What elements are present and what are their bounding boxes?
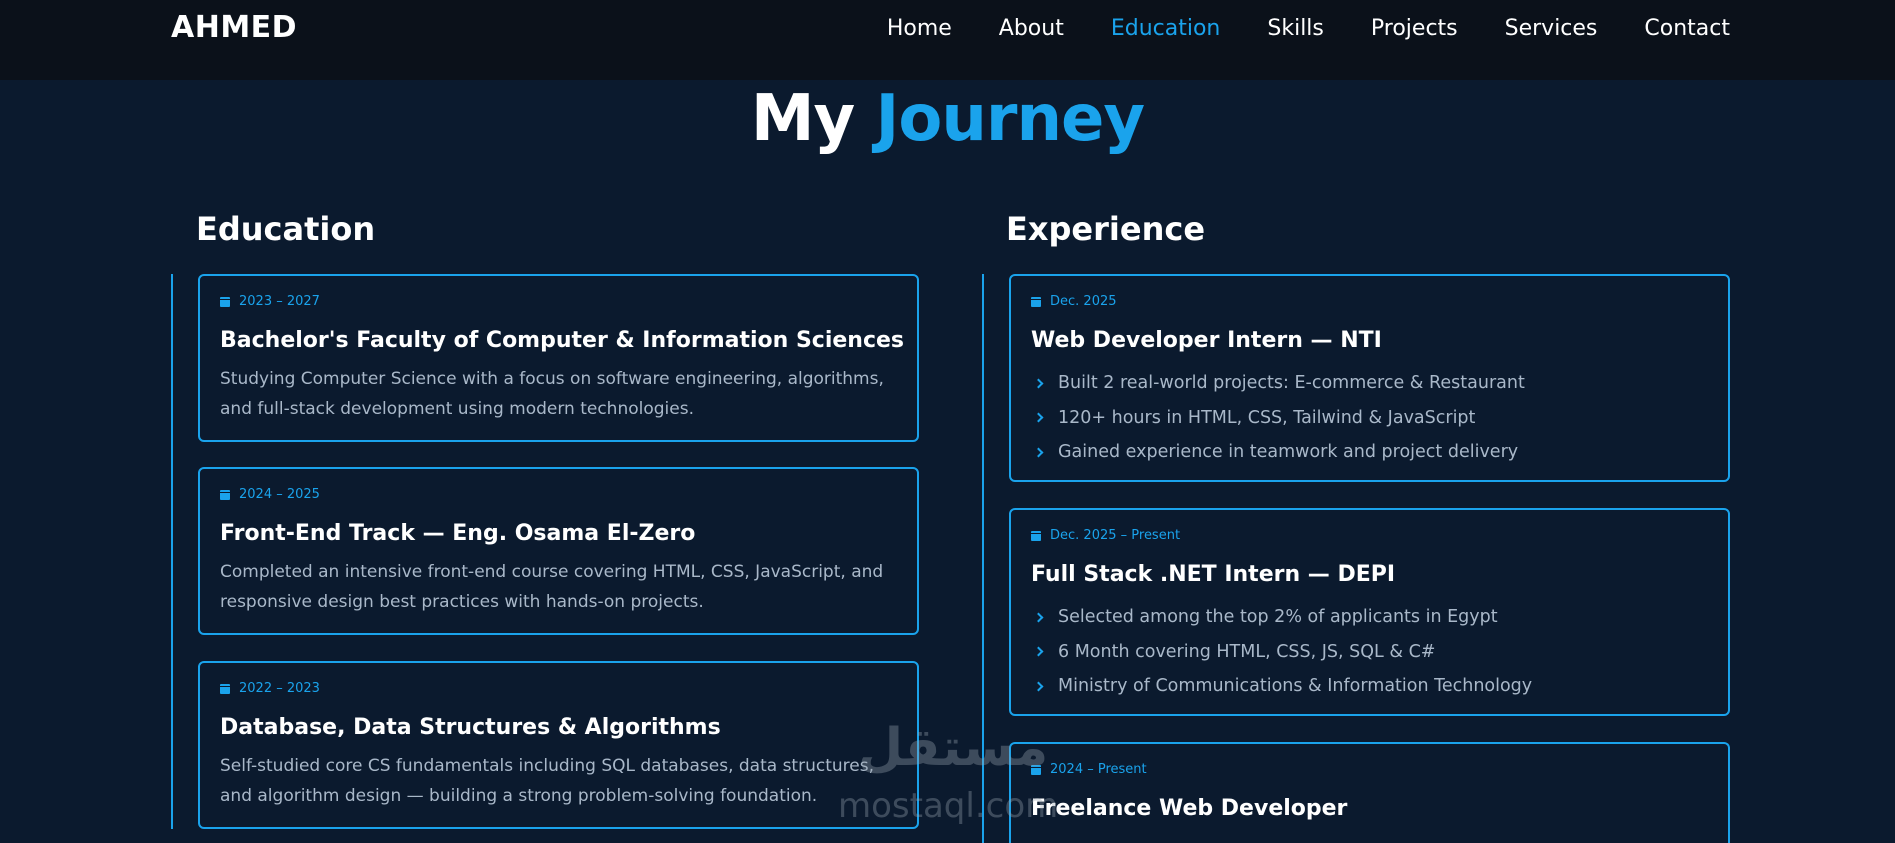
nav-link-about[interactable]: About [999,16,1064,41]
chevron-right-icon [1033,447,1044,458]
experience-card: 2024 – Present Freelance Web Developer [1009,742,1730,843]
bullet-list: Selected among the top 2% of applicants … [1031,600,1532,704]
card-title: Full Stack .NET Intern — DEPI [1031,562,1396,587]
nav-link-home[interactable]: Home [887,16,952,41]
nav-link-projects[interactable]: Projects [1371,16,1458,41]
calendar-icon [1031,530,1041,541]
education-heading: Education [196,210,376,248]
bullet-text: Gained experience in teamwork and projec… [1058,442,1519,463]
card-description: Studying Computer Science with a focus o… [220,369,884,419]
card-description: Self-studied core CS fundamentals includ… [220,756,874,806]
nav-link-skills[interactable]: Skills [1267,16,1324,41]
card-date: 2024 – Present [1031,762,1147,777]
navbar: AHMED Home About Education Skills Projec… [0,0,1895,80]
calendar-icon [220,489,230,500]
nav-link-services[interactable]: Services [1505,16,1598,41]
calendar-icon [1031,764,1041,775]
card-title: Front-End Track — Eng. Osama El-Zero [220,521,696,546]
education-card: 2024 – 2025 Front-End Track — Eng. Osama… [198,467,919,635]
card-date-text: Dec. 2025 – Present [1050,528,1181,543]
bullet-list: Built 2 real-world projects: E-commerce … [1031,366,1525,470]
chevron-right-icon [1033,681,1044,692]
chevron-right-icon [1033,646,1044,657]
education-timeline-line [171,274,173,829]
bullet-text: 120+ hours in HTML, CSS, Tailwind & Java… [1058,407,1476,428]
card-date-text: Dec. 2025 [1050,294,1117,309]
bullet-item: 6 Month covering HTML, CSS, JS, SQL & C# [1031,635,1532,670]
bullet-text: 6 Month covering HTML, CSS, JS, SQL & C# [1058,641,1436,662]
brand-logo[interactable]: AHMED [171,10,297,45]
bullet-item: Selected among the top 2% of applicants … [1031,600,1532,635]
education-card: 2022 – 2023 Database, Data Structures & … [198,661,919,829]
education-card: 2023 – 2027 Bachelor's Faculty of Comput… [198,274,919,442]
nav-links: Home About Education Skills Projects Ser… [887,16,1730,41]
calendar-icon [1031,296,1041,307]
card-date: Dec. 2025 – Present [1031,528,1180,543]
bullet-text: Ministry of Communications & Information… [1058,676,1533,697]
card-title: Web Developer Intern — NTI [1031,328,1382,353]
chevron-right-icon [1033,612,1044,623]
card-title: Bachelor's Faculty of Computer & Informa… [220,328,905,353]
page-title-part2: Journey [875,82,1146,156]
chevron-right-icon [1033,378,1044,389]
bullet-item: Ministry of Communications & Information… [1031,669,1532,704]
chevron-right-icon [1033,412,1044,423]
calendar-icon [220,296,230,307]
card-date: 2022 – 2023 [220,681,320,696]
experience-timeline-line [982,274,984,843]
card-date-text: 2024 – 2025 [239,487,320,502]
card-date: Dec. 2025 [1031,294,1117,309]
card-date-text: 2023 – 2027 [239,294,320,309]
card-date: 2023 – 2027 [220,294,320,309]
card-title: Freelance Web Developer [1031,796,1348,821]
experience-card: Dec. 2025 – Present Full Stack .NET Inte… [1009,508,1730,716]
bullet-item: Gained experience in teamwork and projec… [1031,435,1525,470]
bullet-item: 120+ hours in HTML, CSS, Tailwind & Java… [1031,401,1525,436]
card-date: 2024 – 2025 [220,487,320,502]
page-title-part1: My [750,82,855,156]
nav-link-education[interactable]: Education [1111,16,1221,41]
bullet-text: Selected among the top 2% of applicants … [1058,607,1498,628]
card-date-text: 2024 – Present [1050,762,1147,777]
experience-card: Dec. 2025 Web Developer Intern — NTI Bui… [1009,274,1730,482]
experience-heading: Experience [1006,210,1206,248]
calendar-icon [220,683,230,694]
nav-link-contact[interactable]: Contact [1644,16,1730,41]
bullet-item: Built 2 real-world projects: E-commerce … [1031,366,1525,401]
card-date-text: 2022 – 2023 [239,681,320,696]
page-title: My Journey [0,82,1895,156]
card-title: Database, Data Structures & Algorithms [220,715,721,740]
bullet-text: Built 2 real-world projects: E-commerce … [1058,373,1525,394]
card-description: Completed an intensive front-end course … [220,562,884,612]
